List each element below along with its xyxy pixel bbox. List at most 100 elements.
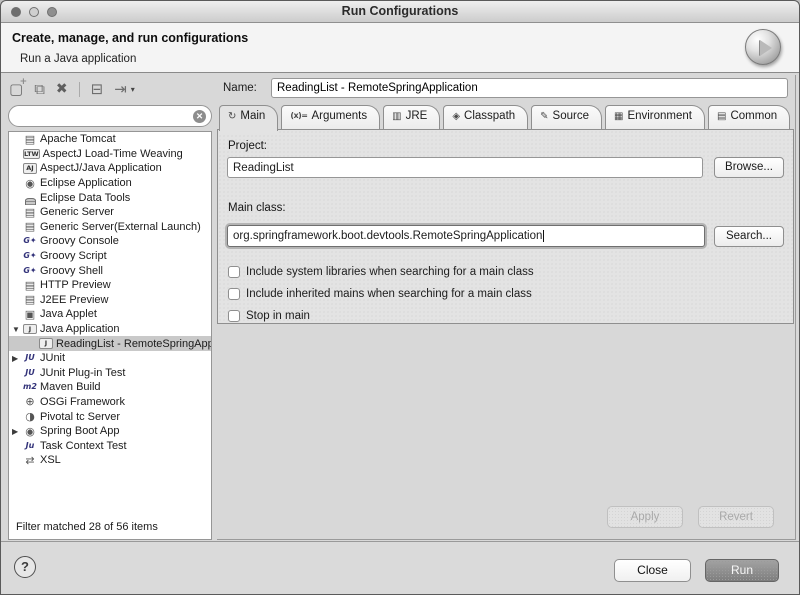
jre-library-icon: ▥ [392, 111, 401, 122]
tab-source[interactable]: ✎Source [531, 105, 602, 129]
server-icon: ▤ [23, 280, 37, 291]
checkbox-row-0[interactable]: Include system libraries when searching … [228, 266, 534, 278]
tab-environment[interactable]: ▦Environment [605, 105, 705, 129]
tab-label: Main [240, 110, 265, 122]
checkbox-icon[interactable] [228, 310, 240, 322]
server-icon: ▤ [23, 294, 37, 305]
revert-button[interactable]: Revert [698, 506, 774, 528]
tab-jre[interactable]: ▥JRE [383, 105, 440, 129]
checkbox-icon[interactable] [228, 288, 240, 300]
tab-main[interactable]: ↻ Main [219, 105, 278, 131]
common-icon: ▤ [717, 111, 726, 122]
checkbox-label: Include inherited mains when searching f… [246, 288, 532, 300]
ltw-icon: LTW [23, 149, 40, 160]
tree-item-java-application[interactable]: ▼JJava Application [9, 322, 211, 337]
tab-label: Arguments [312, 110, 368, 122]
tab-classpath[interactable]: ◈Classpath [443, 105, 528, 129]
tree-item-task-context-test[interactable]: JuTask Context Test [9, 438, 211, 453]
tree-item-junit[interactable]: ▶JUJUnit [9, 351, 211, 366]
window-title: Run Configurations [1, 1, 799, 22]
tree-item-spring-boot-app[interactable]: ▶◉Spring Boot App [9, 424, 211, 439]
tree-item-label: Groovy Console [40, 235, 119, 247]
checkbox-row-1[interactable]: Include inherited mains when searching f… [228, 288, 532, 300]
tree-item-groovy-console[interactable]: G✦Groovy Console [9, 234, 211, 249]
tree-item-readinglist-remotespringapplication[interactable]: JReadingList - RemoteSpringApplication [9, 336, 211, 351]
tree-item-label: AspectJ/Java Application [40, 162, 162, 174]
main-class-input[interactable]: org.springframework.boot.devtools.Remote… [227, 225, 705, 247]
junit-icon: JU [23, 369, 37, 377]
filter-input[interactable] [19, 107, 189, 125]
tree-item-junit-plug-in-test[interactable]: JUJUnit Plug-in Test [9, 366, 211, 381]
m2-icon: m2 [23, 383, 37, 391]
bottom-button-bar: ? Close Run [1, 541, 799, 595]
tree-item-eclipse-data-tools[interactable]: Eclipse Data Tools [9, 190, 211, 205]
close-button[interactable]: Close [614, 559, 691, 582]
tree-item-xsl[interactable]: ⇄XSL [9, 453, 211, 468]
main-tab-content: Project: ReadingList Browse... Main clas… [217, 129, 794, 324]
new-document-icon[interactable]: ▢+ [9, 82, 23, 97]
checkbox-row-2[interactable]: Stop in main [228, 310, 310, 322]
source-icon: ✎ [540, 111, 548, 122]
filter-status: Filter matched 28 of 56 items [16, 521, 158, 533]
text-caret [543, 230, 544, 242]
plus-overlay-icon: + [20, 78, 28, 87]
main-class-label: Main class: [228, 202, 286, 214]
expanded-arrow-icon[interactable]: ▼ [12, 325, 23, 334]
junit-icon: JU [23, 354, 37, 362]
tab-common[interactable]: ▤Common [708, 105, 790, 129]
tree-item-label: XSL [40, 454, 61, 466]
zoom-window-icon[interactable] [47, 7, 57, 17]
configurations-tree: ▤Apache TomcatLTWAspectJ Load-Time Weavi… [8, 131, 212, 540]
tree-item-j2ee-preview[interactable]: ▤J2EE Preview [9, 293, 211, 308]
help-button[interactable]: ? [14, 556, 36, 578]
apply-button[interactable]: Apply [607, 506, 683, 528]
filter-box: ✕ [8, 105, 212, 127]
tree-item-label: Eclipse Application [40, 177, 132, 189]
collapsed-arrow-icon[interactable]: ▶ [12, 427, 23, 436]
configuration-editor-panel: Name: ↻Main(x)=Arguments▥JRE◈Classpath✎S… [217, 75, 796, 540]
collapsed-arrow-icon[interactable]: ▶ [12, 354, 23, 363]
configurations-toolbar: ▢+ ⧉ ✖ ⊟ ⇥ ▾ [9, 77, 135, 101]
tree-item-osgi-framework[interactable]: ⊕OSGi Framework [9, 395, 211, 410]
delete-x-icon[interactable]: ✖ [56, 82, 68, 96]
groovy-icon: G✦ [23, 267, 37, 275]
dropdown-arrow-icon[interactable]: ▾ [131, 85, 135, 94]
duplicate-icon[interactable]: ⧉ [34, 82, 45, 97]
tree-item-http-preview[interactable]: ▤HTTP Preview [9, 278, 211, 293]
collapse-all-icon[interactable]: ⊟ [91, 82, 104, 97]
project-input[interactable]: ReadingList [227, 157, 703, 178]
tab-arguments[interactable]: (x)=Arguments [281, 105, 380, 129]
xsl-icon: ⇄ [23, 455, 37, 466]
close-window-icon[interactable] [11, 7, 21, 17]
browse-button[interactable]: Browse... [714, 157, 784, 178]
tree-item-eclipse-application[interactable]: ◉Eclipse Application [9, 176, 211, 191]
run-button[interactable]: Run [705, 559, 779, 582]
tree-item-label: Eclipse Data Tools [40, 192, 130, 204]
checkbox-label: Include system libraries when searching … [246, 266, 534, 278]
clear-filter-icon[interactable]: ✕ [193, 110, 206, 123]
name-input[interactable] [271, 78, 788, 98]
tree-item-generic-server[interactable]: ▤Generic Server [9, 205, 211, 220]
server-icon: ▤ [23, 221, 37, 232]
toolbar-separator [79, 82, 80, 97]
tree-item-groovy-shell[interactable]: G✦Groovy Shell [9, 263, 211, 278]
title-bar: Run Configurations [1, 1, 799, 23]
tree-item-label: JUnit Plug-in Test [40, 367, 125, 379]
tree-item-java-applet[interactable]: ▣Java Applet [9, 307, 211, 322]
tree-item-generic-server-external-launch[interactable]: ▤Generic Server(External Launch) [9, 220, 211, 235]
search-button[interactable]: Search... [714, 226, 784, 247]
tree-item-label: JUnit [40, 352, 65, 364]
dialog-header-banner: Create, manage, and run configurations R… [1, 23, 799, 73]
filter-icon[interactable]: ⇥ [114, 82, 127, 97]
tree-item-pivotal-tc-server[interactable]: ◑Pivotal tc Server [9, 409, 211, 424]
tree-item-maven-build[interactable]: m2Maven Build [9, 380, 211, 395]
tree-item-aspectj-load-time-weaving[interactable]: LTWAspectJ Load-Time Weaving [9, 147, 211, 162]
minimize-window-icon[interactable] [29, 7, 39, 17]
checkbox-icon[interactable] [228, 266, 240, 278]
tree-item-apache-tomcat[interactable]: ▤Apache Tomcat [9, 132, 211, 147]
tree-item-label: AspectJ Load-Time Weaving [43, 148, 183, 160]
run-tab-icon: ↻ [228, 111, 236, 122]
tree-item-aspectj-java-application[interactable]: AJAspectJ/Java Application [9, 161, 211, 176]
tree-item-groovy-script[interactable]: G✦Groovy Script [9, 249, 211, 264]
tree-item-label: Pivotal tc Server [40, 411, 120, 423]
